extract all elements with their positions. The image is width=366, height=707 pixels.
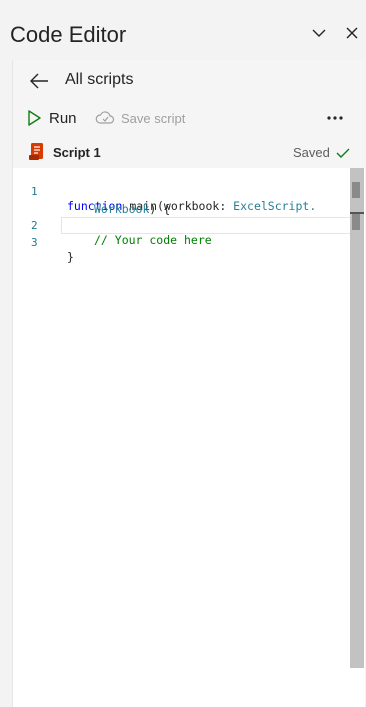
run-button[interactable]: Run — [27, 106, 77, 130]
code-text: } — [67, 250, 74, 264]
back-to-all-scripts[interactable]: All scripts — [13, 66, 365, 96]
chevron-down-icon[interactable] — [310, 24, 328, 42]
saved-status: Saved — [293, 145, 350, 160]
code-line-2[interactable]: 2 // Your code here — [13, 205, 212, 247]
code-type: ExcelScript. — [233, 199, 317, 213]
code-line-1[interactable]: 1 function main(workbook: ExcelScript. — [13, 171, 316, 213]
save-script-label: Save script — [121, 110, 186, 126]
code-line-3[interactable]: 3 } — [13, 222, 74, 264]
close-icon[interactable] — [343, 24, 361, 42]
editor-scrollbar[interactable] — [350, 168, 364, 668]
run-label: Run — [49, 109, 77, 127]
script-name: Script 1 — [53, 145, 101, 160]
code-text: ) { — [149, 202, 171, 216]
script-toolbar: Run Save script — [13, 106, 365, 132]
line-number: 3 — [31, 236, 38, 249]
code-editor-pane: Code Editor All scripts Run Save script … — [0, 0, 366, 707]
code-type: Workbook — [94, 202, 150, 216]
script-file-icon — [29, 143, 43, 160]
code-comment: // Your code here — [94, 233, 212, 247]
pane-title: Code Editor — [10, 22, 127, 47]
saved-label: Saved — [293, 145, 330, 160]
code-editor[interactable]: 1 function main(workbook: ExcelScript. W… — [13, 168, 365, 707]
script-header: Script 1 Saved — [13, 142, 365, 164]
cloud-save-icon — [95, 111, 115, 124]
scrollbar-marker — [352, 214, 360, 230]
current-line-highlight — [61, 217, 361, 234]
save-script-button[interactable]: Save script — [95, 106, 185, 130]
pane-header: Code Editor — [0, 0, 366, 60]
more-dots-icon[interactable] — [323, 108, 347, 128]
checkmark-icon — [336, 148, 350, 158]
scrollbar-thumb[interactable] — [352, 182, 360, 198]
all-scripts-link[interactable]: All scripts — [65, 71, 133, 89]
script-panel: All scripts Run Save script Script 1 Sav… — [12, 60, 365, 707]
arrow-left-icon[interactable] — [29, 72, 49, 90]
code-line-1-wrap[interactable]: Workbook) { — [13, 188, 170, 216]
play-icon — [28, 110, 41, 126]
